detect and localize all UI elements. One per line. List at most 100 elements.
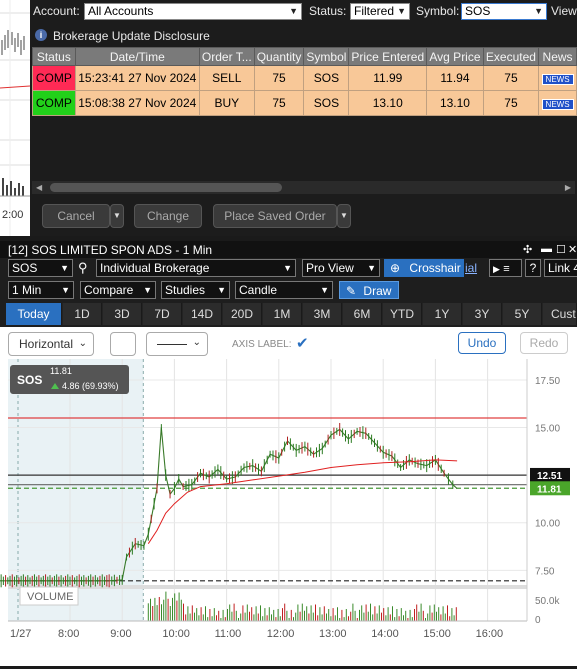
view-label[interactable]: View <box>551 4 577 18</box>
axis-label-text: AXIS LABEL: <box>232 339 292 350</box>
compare-dropdown[interactable]: Compare ▼ <box>80 281 156 299</box>
chart-window: [12] SOS LIMITED SPON ADS - 1 Min ✣ ▬ ☐ … <box>0 241 577 666</box>
minimize-icon[interactable]: ▬ <box>541 243 552 255</box>
scrollbar-thumb[interactable] <box>50 183 282 192</box>
link-group-dropdown[interactable]: Link 4 <box>544 259 577 277</box>
x-tick-label: 16:00 <box>476 628 504 640</box>
volume-label: VOLUME <box>27 591 73 603</box>
period-1m[interactable]: 1M <box>263 303 302 325</box>
order-datetime: 15:23:41 27 Nov 2024 <box>74 65 200 91</box>
draw-button[interactable]: ✎ Draw <box>339 281 399 299</box>
period-1y[interactable]: 1Y <box>423 303 462 325</box>
y-tick-label: 17.50 <box>535 376 560 387</box>
undo-button[interactable]: Undo <box>458 332 506 354</box>
scroll-left-icon[interactable]: ◀ <box>36 183 42 192</box>
account-label: Account: <box>33 4 80 18</box>
column-header-news[interactable]: News <box>538 47 577 66</box>
disclosure-link[interactable]: Brokerage Update Disclosure <box>53 29 210 43</box>
background-time-label: 2:00 <box>2 209 23 221</box>
column-header-price-entered[interactable]: Price Entered <box>348 47 428 66</box>
order-status: COMP <box>32 90 76 116</box>
line-color-swatch[interactable] <box>110 332 136 356</box>
scroll-right-icon[interactable]: ▶ <box>565 183 571 192</box>
column-header-order-type[interactable]: Order T... <box>198 47 255 66</box>
period-6m[interactable]: 6M <box>343 303 382 325</box>
cancel-button[interactable]: Cancel <box>42 204 110 228</box>
period-custom[interactable]: Custo <box>543 303 577 325</box>
chevron-down-icon: ▼ <box>283 263 292 273</box>
chart-style-dropdown[interactable]: Candle ▼ <box>235 281 333 299</box>
news-button[interactable]: NEWS <box>541 74 574 85</box>
symbol-label: Symbol: <box>416 4 460 18</box>
interval-dropdown[interactable]: 1 Min ▼ <box>8 281 74 299</box>
place-saved-order-button[interactable]: Place Saved Order <box>213 204 337 228</box>
help-button[interactable]: ? <box>525 259 541 277</box>
symbol-dropdown[interactable]: SOS ▼ <box>461 3 547 20</box>
volume-tick-label: 50.0k <box>535 596 560 607</box>
crosshair-icon: ⊕ <box>390 261 401 275</box>
play-icon: ▶ <box>493 264 500 274</box>
order-quantity: 75 <box>253 65 305 91</box>
brokerage-account-dropdown[interactable]: Individual Brokerage ▼ <box>96 259 296 277</box>
compare-label: Compare <box>84 283 134 297</box>
chevron-down-icon: ▼ <box>367 263 376 273</box>
period-3y[interactable]: 3Y <box>463 303 502 325</box>
view-dropdown[interactable]: Pro View ▼ <box>302 259 380 277</box>
order-executed: 75 <box>482 65 540 91</box>
table-row[interactable]: COMP 15:08:38 27 Nov 2024 BUY 75 SOS 13.… <box>32 90 577 116</box>
menu-icon: ≡ <box>503 263 510 275</box>
chart-symbol-dropdown[interactable]: SOS ▼ <box>8 259 73 277</box>
order-symbol: SOS <box>303 65 350 91</box>
drawing-tool-dropdown[interactable]: Horizontal ⌄ <box>8 332 94 356</box>
account-dropdown[interactable]: All Accounts ▼ <box>84 3 302 20</box>
search-icon[interactable]: ⚲ <box>78 260 88 276</box>
column-header-executed[interactable]: Executed <box>482 47 540 66</box>
period-3m[interactable]: 3M <box>303 303 342 325</box>
period-3d[interactable]: 3D <box>103 303 142 325</box>
order-status-panel: Account: All Accounts ▼ Status: Filtered… <box>30 0 577 236</box>
column-header-datetime[interactable]: Date/Time <box>74 47 200 66</box>
period-1d[interactable]: 1D <box>63 303 102 325</box>
redo-button[interactable]: Redo <box>520 332 568 354</box>
change-button[interactable]: Change <box>134 204 202 228</box>
period-14d[interactable]: 14D <box>183 303 222 325</box>
status-dropdown[interactable]: Filtered ▼ <box>350 3 410 20</box>
crosshair-button[interactable]: ⊕ Crosshair <box>384 259 464 277</box>
period-ytd[interactable]: YTD <box>383 303 422 325</box>
horizontal-scrollbar[interactable]: ◀ ▶ <box>32 181 575 194</box>
tutorial-link[interactable]: ial <box>465 261 477 275</box>
axis-label-checkbox[interactable]: ✔ <box>296 334 309 352</box>
price-chart[interactable]: 17.5015.0012.5010.007.5050.0k012.5111.81… <box>0 359 577 666</box>
line-style-dropdown[interactable]: ⌄ <box>146 332 208 356</box>
news-button[interactable]: NEWS <box>541 99 574 110</box>
order-avg-price: 13.10 <box>426 90 484 116</box>
drawing-tool-value: Horizontal <box>19 337 74 351</box>
x-tick-label: 9:00 <box>110 628 131 640</box>
column-header-avg-price[interactable]: Avg Price <box>426 47 484 66</box>
cancel-options-chevron-icon[interactable]: ▼ <box>110 204 124 228</box>
chevron-down-icon: ▼ <box>289 6 298 16</box>
studies-dropdown[interactable]: Studies ▼ <box>161 281 230 299</box>
column-header-symbol[interactable]: Symbol <box>303 47 350 66</box>
disclosure-bar[interactable]: i Brokerage Update Disclosure <box>30 26 577 46</box>
chevron-down-icon: ▼ <box>397 6 406 16</box>
column-header-quantity[interactable]: Quantity <box>253 47 305 66</box>
vwap-line <box>147 459 458 544</box>
chevron-down-icon: ▼ <box>534 6 543 16</box>
table-header-row: Status Date/Time Order T... Quantity Sym… <box>32 47 577 66</box>
period-5y[interactable]: 5Y <box>503 303 542 325</box>
place-order-options-chevron-icon[interactable]: ▼ <box>337 204 351 228</box>
period-20d[interactable]: 20D <box>223 303 262 325</box>
y-tick-label: 10.00 <box>535 519 560 530</box>
maximize-icon[interactable]: ☐ <box>556 243 566 256</box>
period-7d[interactable]: 7D <box>143 303 182 325</box>
chart-menu-button[interactable]: ▶ ≡ <box>489 259 522 277</box>
period-today[interactable]: Today <box>6 303 62 325</box>
link-icon[interactable]: ✣ <box>523 243 532 256</box>
price-tag-label: 11.81 <box>537 484 562 495</box>
price-chart-svg[interactable]: 17.5015.0012.5010.007.5050.0k012.5111.81… <box>0 359 577 666</box>
close-icon[interactable]: ✕ <box>568 243 577 256</box>
order-avg-price: 11.94 <box>426 65 484 91</box>
column-header-status[interactable]: Status <box>32 47 76 66</box>
table-row[interactable]: COMP 15:23:41 27 Nov 2024 SELL 75 SOS 11… <box>32 65 577 91</box>
